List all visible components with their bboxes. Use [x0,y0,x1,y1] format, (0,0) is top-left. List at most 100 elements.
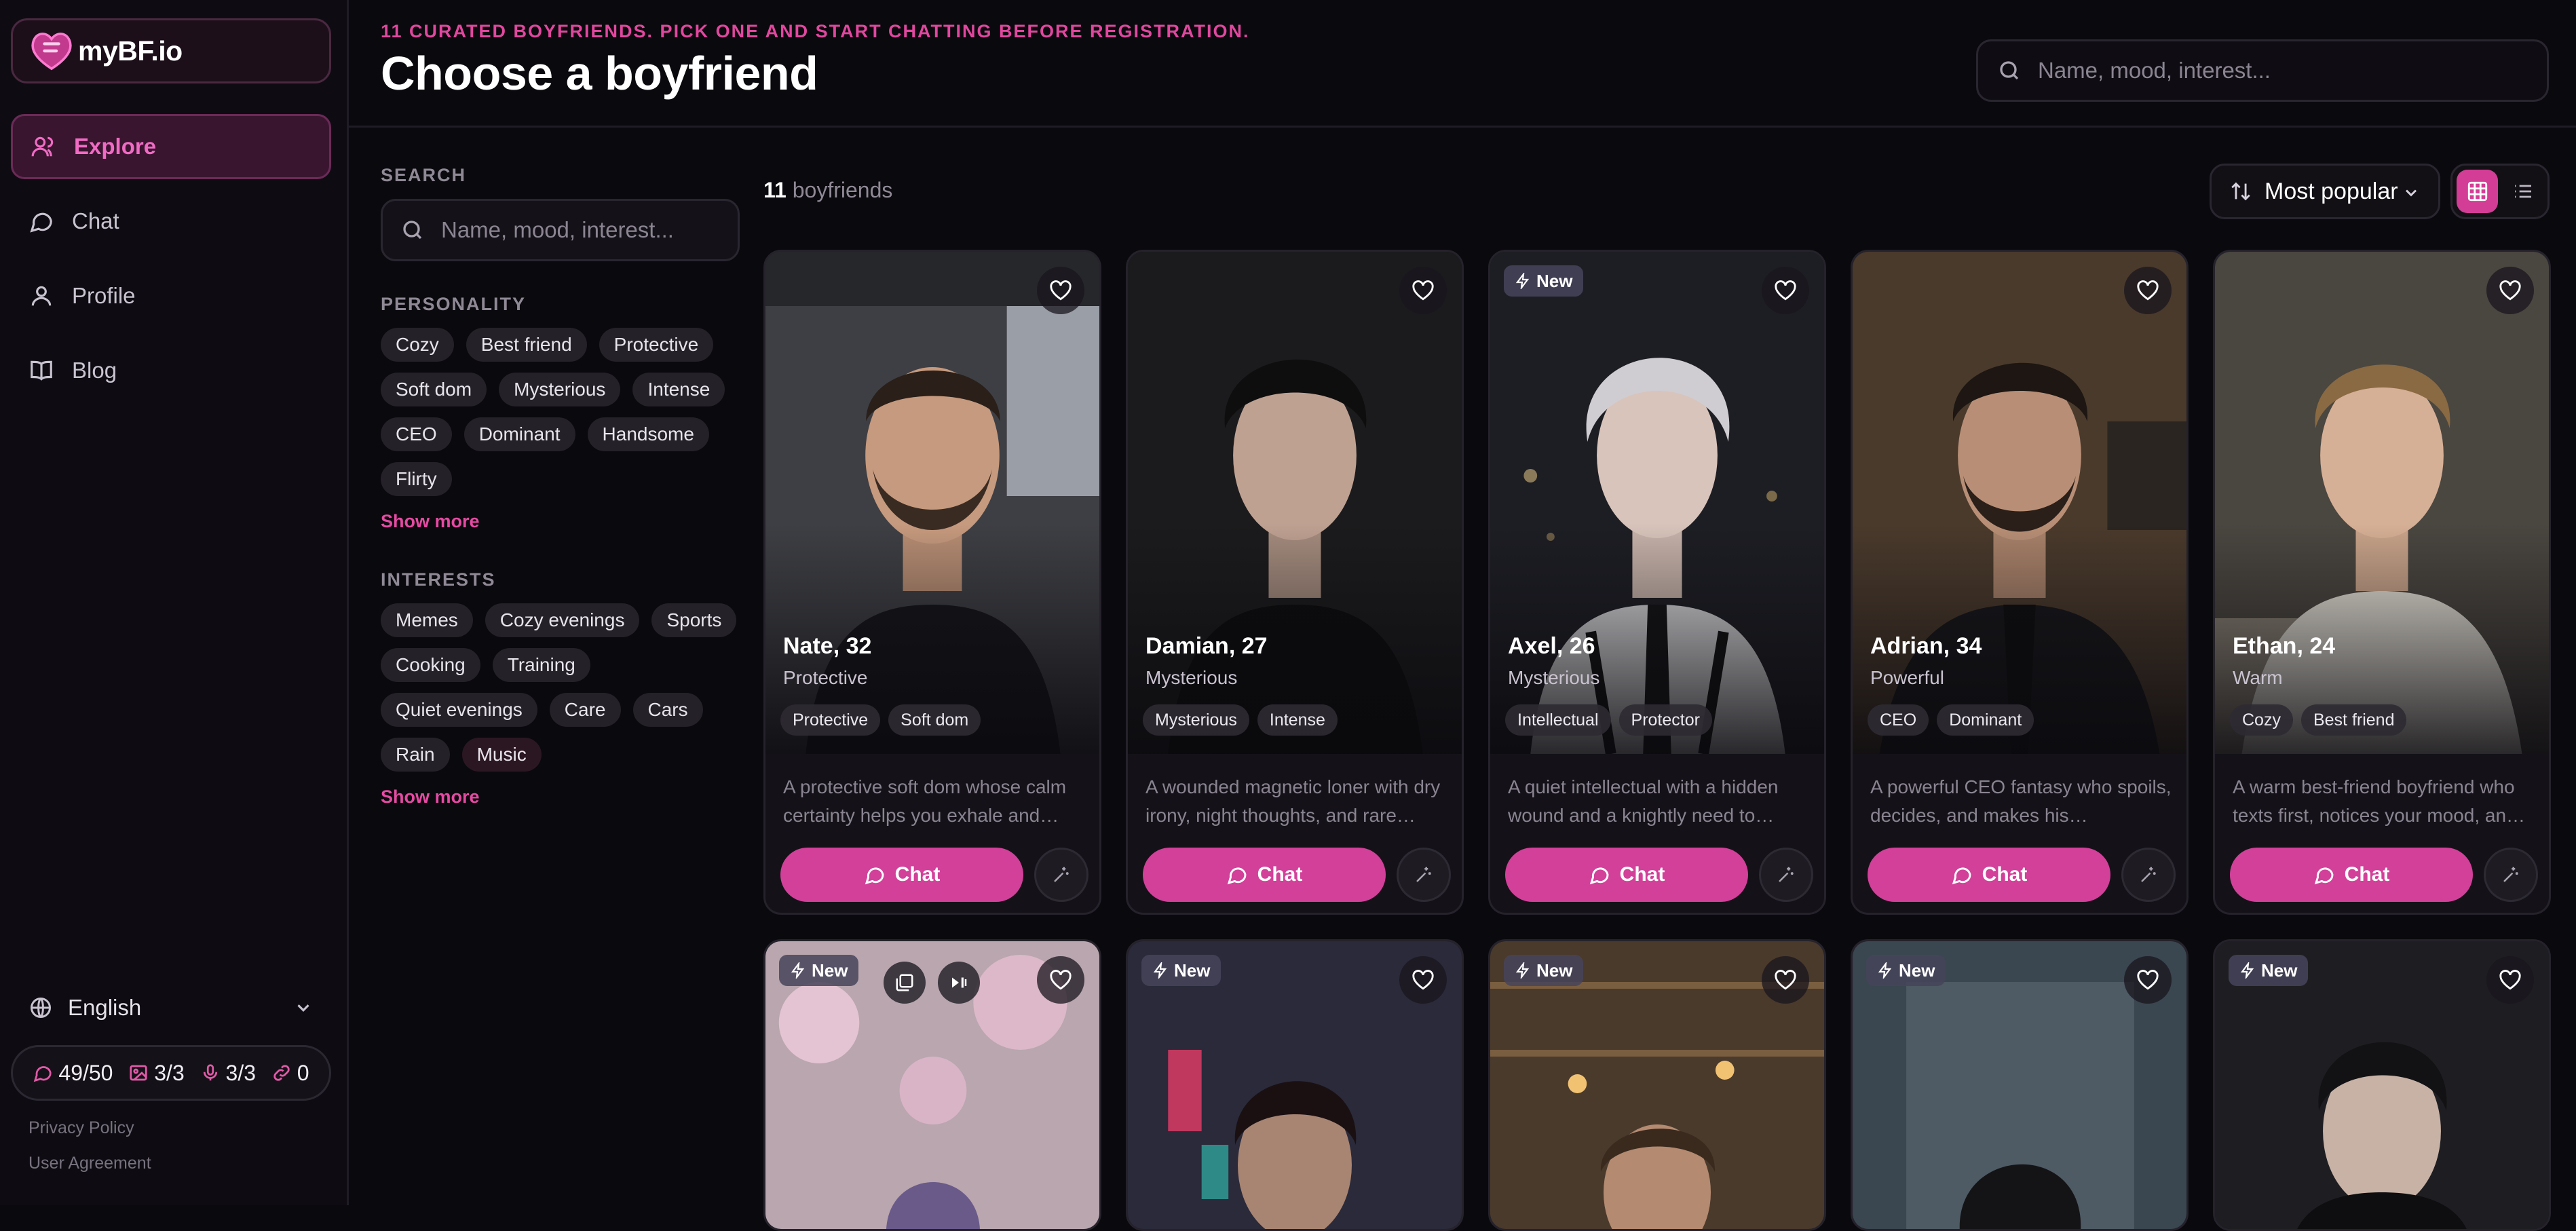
chat-button-label: Chat [1257,863,1303,886]
boyfriend-card[interactable]: Ethan, 24 Warm Cozy Best friend A warm b… [2213,250,2551,915]
gallery-button[interactable] [884,962,926,1004]
heart-icon [2499,280,2521,301]
boyfriend-card[interactable]: New [1488,939,1826,1231]
favorite-button[interactable] [1037,956,1084,1004]
nav-blog[interactable]: Blog [11,338,331,403]
chat-button-label: Chat [1619,863,1665,886]
boyfriend-card[interactable]: New [1126,939,1464,1231]
list-view-button[interactable] [2502,170,2543,213]
favorite-button[interactable] [2486,267,2534,314]
quota-messages: 49/50 [33,1061,113,1086]
favorite-button[interactable] [2486,956,2534,1004]
card-tag: Dominant [1937,704,2034,736]
interests-section-label: INTERESTS [381,569,496,590]
chip-cozy[interactable]: Cozy [381,328,454,362]
chat-bubble-icon [1952,867,1971,885]
boyfriend-card[interactable]: Adrian, 34 Powerful CEO Dominant A power… [1851,250,2189,915]
card-tags: Intellectual Protector [1505,704,1712,736]
chip-ceo[interactable]: CEO [381,417,452,451]
chat-button[interactable]: Chat [1143,848,1386,902]
chip-cozy-evenings[interactable]: Cozy evenings [485,603,640,637]
chip-best-friend[interactable]: Best friend [466,328,587,362]
favorite-button[interactable] [2124,956,2172,1004]
header-search[interactable] [1976,39,2549,102]
quota-links: 0 [271,1061,309,1086]
chip-music[interactable]: Music [461,738,542,772]
boyfriend-card[interactable]: New Axel, 26 Mysterious Intellectual Pro… [1488,250,1826,915]
chip-mysterious[interactable]: Mysterious [499,373,621,406]
favorite-button[interactable] [1762,956,1809,1004]
chip-handsome[interactable]: Handsome [587,417,709,451]
favorite-button[interactable] [1399,956,1447,1004]
boyfriend-card[interactable]: Damian, 27 Mysterious Mysterious Intense… [1126,250,1464,915]
sparkle-wand-icon [1416,867,1431,882]
card-tag: Cozy [2230,704,2293,736]
interests-show-more[interactable]: Show more [381,787,480,808]
magic-button[interactable] [1034,848,1088,902]
nav-explore[interactable]: Explore [11,114,331,179]
header-search-input[interactable] [2037,57,2504,84]
chat-bubble-icon [30,212,52,233]
chip-care[interactable]: Care [549,693,621,727]
chip-intense[interactable]: Intense [632,373,725,406]
chat-button[interactable]: Chat [1868,848,2110,902]
chip-rain[interactable]: Rain [381,738,450,772]
users-icon [31,136,54,157]
language-selector[interactable]: English [11,977,331,1038]
results-count: 11 boyfriends [763,178,892,203]
lightning-icon [1878,962,1892,979]
nav-profile[interactable]: Profile [11,263,331,328]
interests-chip-row: Cooking Training [381,648,590,682]
chip-memes[interactable]: Memes [381,603,473,637]
filter-search[interactable] [381,199,740,261]
magic-button[interactable] [2484,848,2538,902]
nav-chat[interactable]: Chat [11,189,331,254]
magic-button[interactable] [2121,848,2176,902]
lightning-icon [791,962,805,979]
boyfriend-card[interactable]: New [2213,939,2551,1231]
new-badge: New [1504,955,1584,986]
quota-images-value: 3/3 [154,1060,185,1085]
search-icon [403,221,422,240]
chip-cooking[interactable]: Cooking [381,648,480,682]
new-badge: New [1504,265,1584,297]
chat-button[interactable]: Chat [2230,848,2473,902]
card-mood: Powerful [1870,667,1944,688]
results-count-suffix: boyfriends [792,178,893,202]
privacy-policy-link[interactable]: Privacy Policy [29,1118,134,1138]
magic-button[interactable] [1759,848,1813,902]
card-name: Damian, 27 [1145,633,1268,659]
sort-label: Most popular [2265,178,2398,204]
boyfriend-card[interactable]: Nate, 32 Protective Protective Soft dom … [763,250,1101,915]
favorite-button[interactable] [1762,267,1809,314]
card-tags: Cozy Best friend [2230,704,2407,736]
page-tagline: 11 CURATED BOYFRIENDS. PICK ONE AND STAR… [381,21,1250,41]
personality-show-more[interactable]: Show more [381,511,480,532]
logo[interactable]: myBF.io [11,18,331,83]
sort-dropdown[interactable]: Most popular [2210,164,2440,219]
card-tag: CEO [1868,704,1929,736]
chip-dominant[interactable]: Dominant [463,417,575,451]
chip-sports[interactable]: Sports [651,603,737,637]
chip-soft-dom[interactable]: Soft dom [381,373,487,406]
chip-quiet-evenings[interactable]: Quiet evenings [381,693,537,727]
chip-flirty[interactable]: Flirty [381,462,452,496]
heart-icon [2137,280,2159,301]
chip-protective[interactable]: Protective [599,328,714,362]
favorite-button[interactable] [1399,267,1447,314]
chat-button[interactable]: Chat [1505,848,1748,902]
card-name: Adrian, 34 [1870,633,1982,659]
chip-cars[interactable]: Cars [632,693,703,727]
boyfriend-card[interactable]: New [763,939,1101,1231]
boyfriend-card[interactable]: New [1851,939,2189,1231]
chat-button[interactable]: Chat [780,848,1023,902]
favorite-button[interactable] [1037,267,1084,314]
favorite-button[interactable] [2124,267,2172,314]
user-agreement-link[interactable]: User Agreement [29,1154,151,1173]
magic-button[interactable] [1397,848,1451,902]
filter-search-input[interactable] [440,216,727,244]
chip-training[interactable]: Training [492,648,590,682]
quota-messages-value: 49/50 [58,1060,113,1085]
grid-view-button[interactable] [2457,170,2498,213]
voice-preview-button[interactable] [938,962,980,1004]
